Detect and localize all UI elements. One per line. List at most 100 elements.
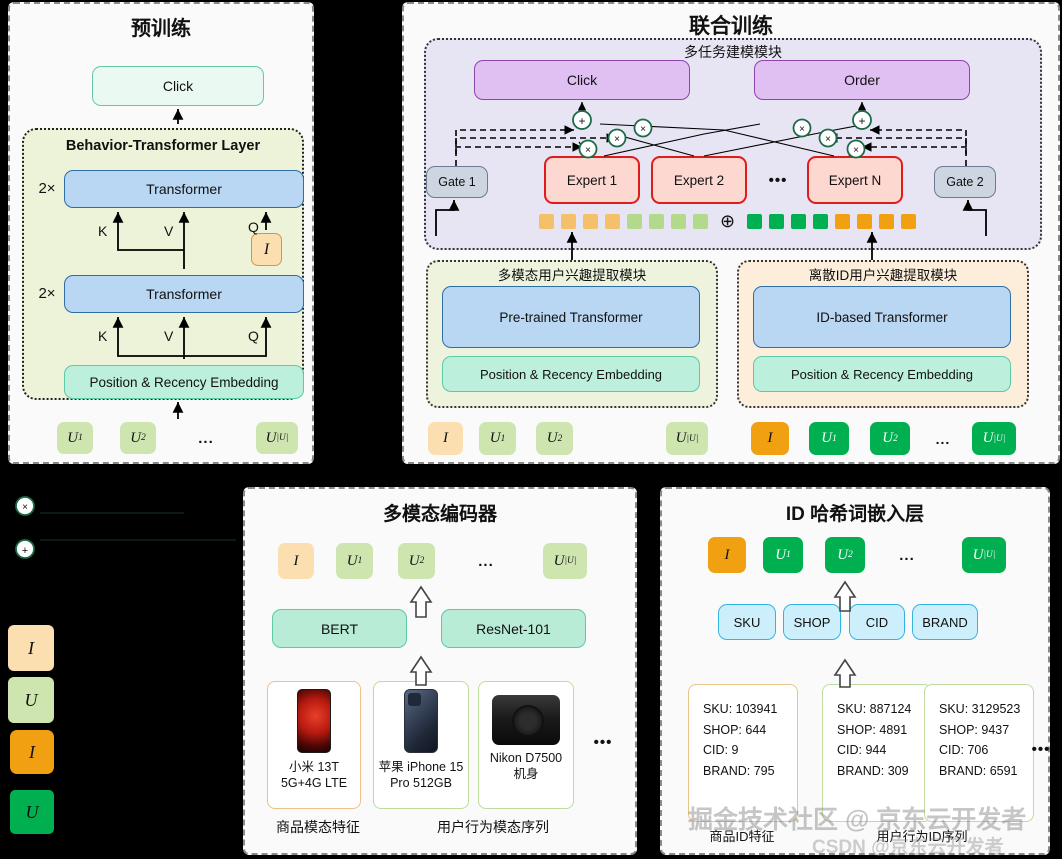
id-hashing-panel: ID 哈希词嵌入层 I U1 U2 ... U |U| SKU SHOP CID … xyxy=(660,487,1050,855)
expert-2[interactable]: Expert 2 xyxy=(651,156,747,204)
gate-2-label: Gate 2 xyxy=(946,175,984,189)
hashing-token-u2: U2 xyxy=(825,537,865,573)
field-cid[interactable]: CID xyxy=(849,604,905,640)
field-sku[interactable]: SKU xyxy=(718,604,776,640)
concat-chip xyxy=(627,214,642,229)
gate-2[interactable]: Gate 2 xyxy=(934,166,996,198)
record-cid: CID: 9 xyxy=(703,743,739,757)
concat-chip xyxy=(747,214,762,229)
pretrain-panel: 预训练 Click Behavior-Transformer Layer 2× … xyxy=(8,2,314,464)
pretrained-transformer[interactable]: Pre-trained Transformer xyxy=(442,286,700,348)
encoder-caption-left: 商品模态特征 xyxy=(276,819,360,835)
legend-swatch-item-multimodal: I xyxy=(8,625,54,671)
concat-chip xyxy=(901,214,916,229)
id-interest-module-title: 离散ID用户兴趣提取模块 xyxy=(808,268,958,283)
encoder-token-un: U |U| xyxy=(543,543,587,579)
mm-interest-module-title: 多模态用户兴趣提取模块 xyxy=(497,268,647,283)
concat-chip xyxy=(671,214,686,229)
concat-symbol: ⊕ xyxy=(719,210,737,231)
product-card-nikon[interactable]: Nikon D7500 机身 xyxy=(478,681,574,809)
expert-2-label: Expert 2 xyxy=(673,172,725,188)
svg-text:+: + xyxy=(22,545,28,557)
pretrain-token-u1: U1 xyxy=(57,422,93,454)
hashing-token-u1: U1 xyxy=(763,537,803,573)
id-record-card-1[interactable]: SKU: 103941 SHOP: 644 CID: 9 BRAND: 795 xyxy=(688,684,798,822)
field-brand[interactable]: BRAND xyxy=(912,604,978,640)
pretrain-click-label: Click xyxy=(162,78,194,94)
encoder-token-i: I xyxy=(278,543,314,579)
concat-chip xyxy=(649,214,664,229)
mtl-module-title: 多任务建模模块 xyxy=(684,44,782,60)
concat-chip xyxy=(791,214,806,229)
products-ellipsis: ••• xyxy=(593,733,613,751)
task-order[interactable]: Order xyxy=(754,60,970,100)
id-record-card-2[interactable]: SKU: 887124 SHOP: 4891 CID: 944 BRAND: 3… xyxy=(822,684,932,822)
id-position-embedding-label: Position & Recency Embedding xyxy=(790,366,974,382)
concat-chip xyxy=(857,214,872,229)
concat-chip xyxy=(693,214,708,229)
joint-id-token-i: I xyxy=(751,422,789,455)
behavior-transformer-layer-title: Behavior-Transformer Layer xyxy=(65,138,261,154)
pretrain-click-box[interactable]: Click xyxy=(92,66,264,106)
pretrain-token-un: U |U| xyxy=(256,422,298,454)
id-based-transformer[interactable]: ID-based Transformer xyxy=(753,286,1011,348)
bert-box[interactable]: BERT xyxy=(272,609,407,648)
expert-1-label: Expert 1 xyxy=(566,172,618,188)
product-card-iphone[interactable]: 苹果 iPhone 15 Pro 512GB xyxy=(373,681,469,809)
legend-swatch-user-multimodal: U xyxy=(8,677,54,723)
expert-n[interactable]: Expert N xyxy=(807,156,903,204)
pretrain-embedding[interactable]: Position & Recency Embedding xyxy=(64,365,304,399)
record-sku: SKU: 887124 xyxy=(837,702,912,716)
expert-1[interactable]: Expert 1 xyxy=(544,156,640,204)
mm-position-embedding[interactable]: Position & Recency Embedding xyxy=(442,356,700,392)
product-name: 苹果 iPhone 15 Pro 512GB xyxy=(378,760,464,790)
concat-chip xyxy=(561,214,576,229)
pretrain-transformer-top-label: Transformer xyxy=(146,181,222,197)
concat-chip xyxy=(879,214,894,229)
concat-chip xyxy=(539,214,554,229)
multimodal-encoder-panel: 多模态编码器 I U1 U2 ... U |U| BERT ResNet-101 … xyxy=(243,487,637,855)
hashing-caption-right: 用户行为ID序列 xyxy=(876,829,968,844)
product-name: 小米 13T 5G+4G LTE xyxy=(280,760,348,790)
hashing-caption-left: 商品ID特征 xyxy=(709,829,775,844)
id-record-card-3[interactable]: SKU: 3129523 SHOP: 9437 CID: 706 BRAND: … xyxy=(924,684,1034,822)
product-card-xiaomi[interactable]: 小米 13T 5G+4G LTE xyxy=(267,681,361,809)
product-name: Nikon D7500 机身 xyxy=(489,751,563,781)
encoder-token-u2: U2 xyxy=(398,543,435,579)
pretrain-transformer-top[interactable]: Transformer xyxy=(64,170,304,208)
resnet-box[interactable]: ResNet-101 xyxy=(441,609,586,648)
id-position-embedding[interactable]: Position & Recency Embedding xyxy=(753,356,1011,392)
gate-1[interactable]: Gate 1 xyxy=(426,166,488,198)
pretrain-repeat-top: 2× xyxy=(38,180,56,197)
pretrain-repeat-bottom: 2× xyxy=(38,285,56,302)
record-cid: CID: 944 xyxy=(837,743,887,757)
joint-training-panel: 联合训练 多任务建模模块 Click Order Gate 1 Gate 2 E… xyxy=(402,2,1060,464)
svg-text:×: × xyxy=(22,502,28,513)
field-brand-label: BRAND xyxy=(922,614,968,630)
pretrain-transformer-bottom-label: Transformer xyxy=(146,286,222,302)
task-click[interactable]: Click xyxy=(474,60,690,100)
records-ellipsis: ••• xyxy=(1031,740,1051,758)
task-click-label: Click xyxy=(566,72,598,88)
field-shop-label: SHOP xyxy=(793,614,831,630)
encoder-caption-right: 用户行为模态序列 xyxy=(437,819,549,835)
pretrain-transformer-bottom[interactable]: Transformer xyxy=(64,275,304,313)
encoder-tokens-ellipsis: ... xyxy=(478,552,494,570)
concat-chip xyxy=(813,214,828,229)
mm-position-embedding-label: Position & Recency Embedding xyxy=(479,366,663,382)
hashing-title: ID 哈希词嵌入层 xyxy=(785,504,925,525)
concat-chip xyxy=(769,214,784,229)
bert-label: BERT xyxy=(320,620,359,637)
record-sku: SKU: 103941 xyxy=(703,702,778,716)
legend-swatch-item-id: I xyxy=(10,730,54,774)
product-thumb-phone-red xyxy=(297,689,331,753)
joint-id-tokens-ellipsis: ... xyxy=(935,430,951,447)
joint-id-token-un: U |U| xyxy=(972,422,1016,455)
field-shop[interactable]: SHOP xyxy=(783,604,841,640)
field-sku-label: SKU xyxy=(733,614,761,630)
pretrained-transformer-label: Pre-trained Transformer xyxy=(499,309,643,325)
record-shop: SHOP: 4891 xyxy=(837,722,908,737)
expert-n-label: Expert N xyxy=(828,172,882,188)
pretrain-token-u2: U2 xyxy=(120,422,156,454)
record-cid: CID: 706 xyxy=(939,743,989,757)
